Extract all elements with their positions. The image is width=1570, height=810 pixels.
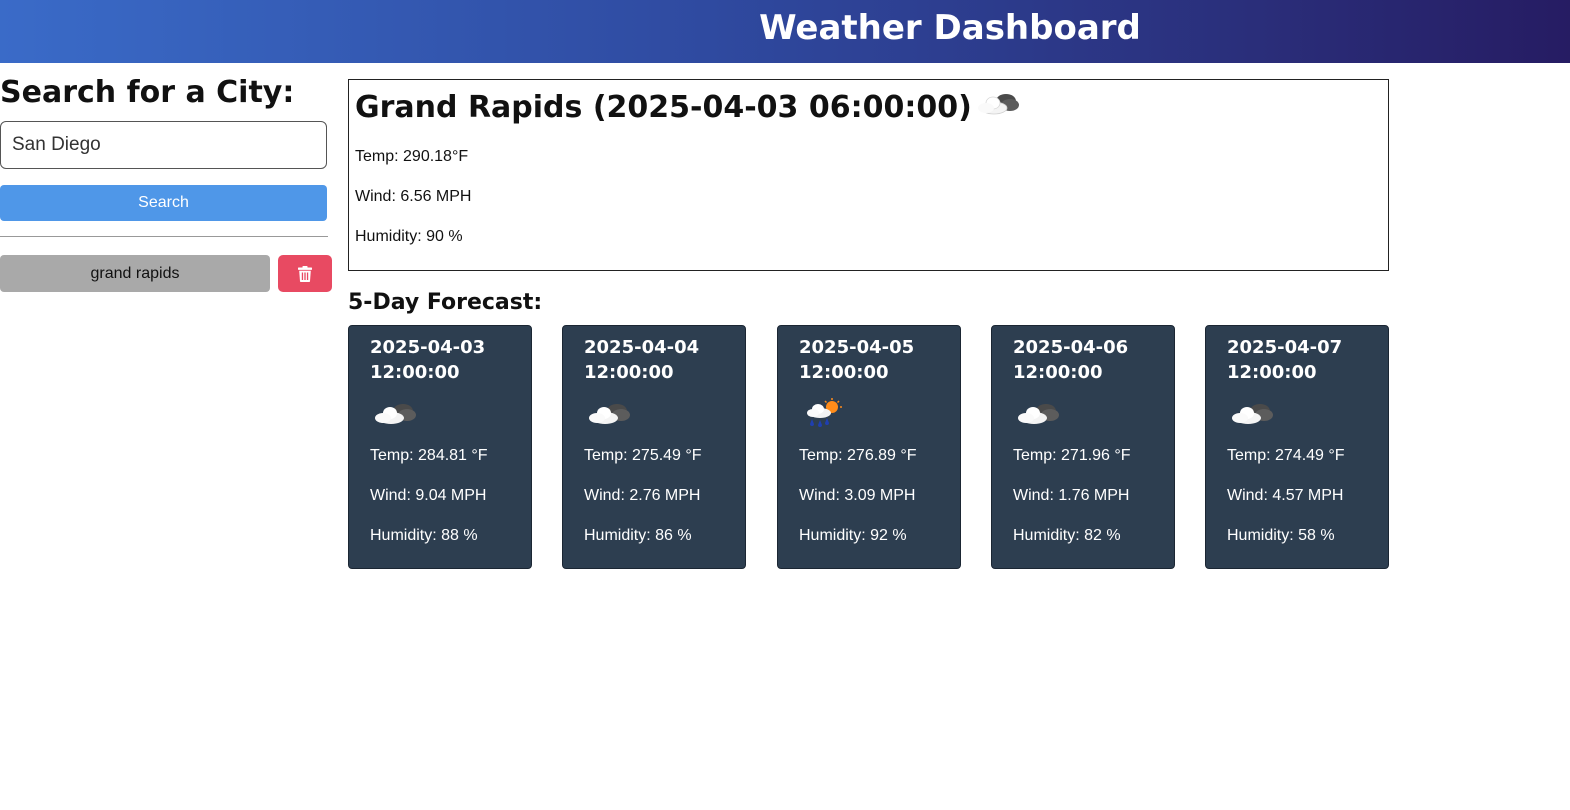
cloudy-icon xyxy=(976,88,1020,129)
forecast-humidity: Humidity: 58 % xyxy=(1227,527,1335,544)
city-search-input[interactable] xyxy=(0,121,327,169)
forecast-date: 2025-04-04 12:00:00 xyxy=(584,337,700,383)
trash-icon xyxy=(298,265,312,282)
rain-sun-icon xyxy=(802,398,846,434)
forecast-date: 2025-04-07 12:00:00 xyxy=(1227,337,1343,383)
search-heading: Search for a City: xyxy=(0,75,295,110)
current-weather-title: Grand Rapids (2025-04-03 06:00:00) xyxy=(355,88,1020,129)
current-humidity: Humidity: 90 % xyxy=(355,228,463,245)
forecast-temp: Temp: 276.89 °F xyxy=(799,447,917,464)
forecast-card: 2025-04-04 12:00:00 Temp: 275.49 °F Wind… xyxy=(562,325,746,569)
sidebar-divider xyxy=(0,236,328,237)
forecast-wind: Wind: 9.04 MPH xyxy=(370,487,487,504)
forecast-humidity: Humidity: 88 % xyxy=(370,527,478,544)
cloudy-icon xyxy=(587,398,631,432)
forecast-temp: Temp: 274.49 °F xyxy=(1227,447,1345,464)
history-item-grand-rapids[interactable]: grand rapids xyxy=(0,255,270,292)
forecast-card: 2025-04-03 12:00:00 Temp: 284.81 °F Wind… xyxy=(348,325,532,569)
forecast-card: 2025-04-07 12:00:00 Temp: 274.49 °F Wind… xyxy=(1205,325,1389,569)
forecast-date: 2025-04-06 12:00:00 xyxy=(1013,337,1129,383)
forecast-wind: Wind: 4.57 MPH xyxy=(1227,487,1344,504)
forecast-date: 2025-04-03 12:00:00 xyxy=(370,337,486,383)
cloudy-icon xyxy=(373,398,417,432)
forecast-date: 2025-04-05 12:00:00 xyxy=(799,337,915,383)
search-button[interactable]: Search xyxy=(0,185,327,221)
forecast-temp: Temp: 271.96 °F xyxy=(1013,447,1131,464)
header-bar: Weather Dashboard xyxy=(0,0,1570,63)
forecast-wind: Wind: 1.76 MPH xyxy=(1013,487,1130,504)
current-weather-card: Grand Rapids (2025-04-03 06:00:00) Temp:… xyxy=(348,79,1389,271)
cloudy-icon xyxy=(1230,398,1274,432)
forecast-humidity: Humidity: 82 % xyxy=(1013,527,1121,544)
current-city-date: Grand Rapids (2025-04-03 06:00:00) xyxy=(355,90,972,125)
forecast-heading: 5-Day Forecast: xyxy=(348,290,543,315)
forecast-humidity: Humidity: 86 % xyxy=(584,527,692,544)
forecast-card: 2025-04-05 12:00:00 Temp: 276.89 °F Wind… xyxy=(777,325,961,569)
current-temp: Temp: 290.18°F xyxy=(355,148,469,165)
forecast-temp: Temp: 275.49 °F xyxy=(584,447,702,464)
delete-history-button[interactable] xyxy=(278,255,332,292)
forecast-humidity: Humidity: 92 % xyxy=(799,527,907,544)
forecast-card: 2025-04-06 12:00:00 Temp: 271.96 °F Wind… xyxy=(991,325,1175,569)
forecast-wind: Wind: 3.09 MPH xyxy=(799,487,916,504)
forecast-wind: Wind: 2.76 MPH xyxy=(584,487,701,504)
forecast-temp: Temp: 284.81 °F xyxy=(370,447,488,464)
page-title: Weather Dashboard xyxy=(759,8,1141,48)
cloudy-icon xyxy=(1016,398,1060,432)
current-wind: Wind: 6.56 MPH xyxy=(355,188,472,205)
